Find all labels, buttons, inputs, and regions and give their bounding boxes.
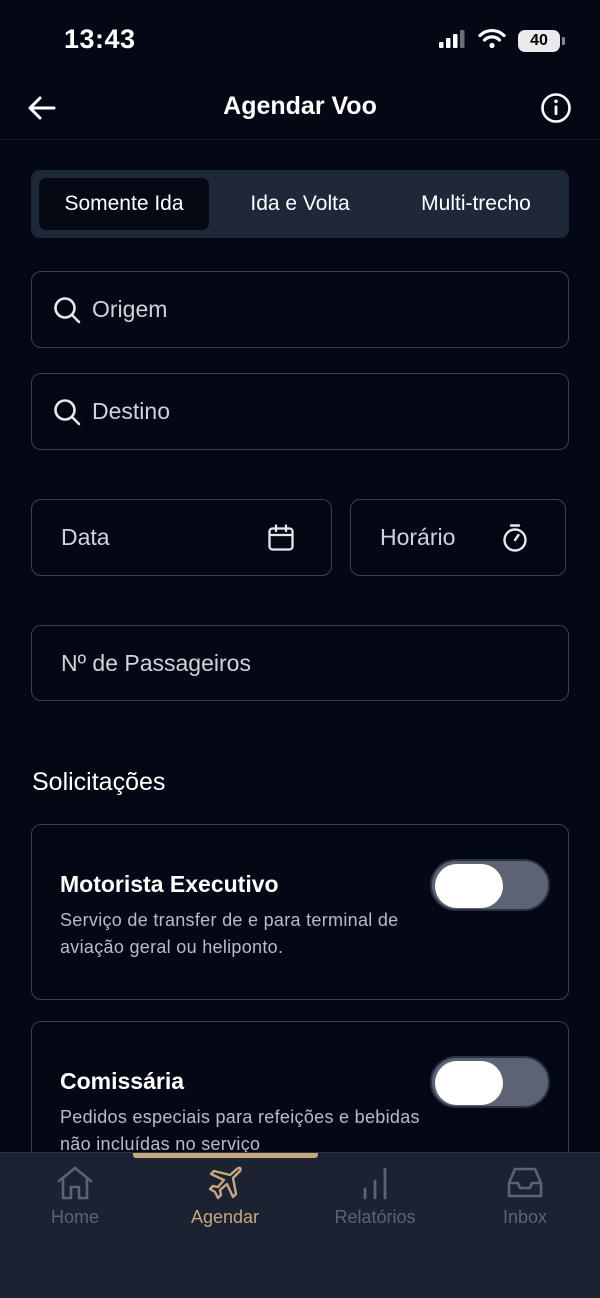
origin-field[interactable]: Origem — [31, 271, 569, 348]
calendar-icon — [267, 523, 295, 552]
segment-round-trip[interactable]: Ida e Volta — [209, 178, 391, 230]
time-field[interactable]: Horário — [350, 499, 566, 576]
request-card-driver: Motorista Executivo Serviço de transfer … — [31, 824, 569, 1000]
request-card-title: Motorista Executivo — [60, 871, 279, 897]
tab-bar: Home Agendar Relatórios Inbox — [0, 1152, 600, 1298]
home-icon — [57, 1166, 93, 1200]
tab-label: Inbox — [502, 1207, 548, 1227]
battery-indicator: 40 — [518, 30, 565, 52]
wifi-icon — [478, 28, 506, 54]
search-icon — [52, 295, 82, 325]
toggle-knob — [435, 863, 503, 908]
inbox-icon — [507, 1167, 543, 1198]
info-icon — [541, 93, 571, 123]
tab-label: Agendar — [190, 1207, 260, 1227]
request-card-description: Pedidos especiais para refeições e bebid… — [60, 1107, 420, 1154]
search-icon — [52, 397, 82, 427]
trip-type-segmented-control: Somente Ida Ida e Volta Multi-trecho — [31, 170, 569, 238]
header: Agendar Voo — [0, 76, 600, 140]
driver-toggle[interactable] — [430, 859, 550, 911]
active-tab-indicator — [133, 1153, 318, 1158]
status-icons: 40 — [438, 28, 565, 54]
signal-icon — [438, 29, 466, 54]
passengers-placeholder: Nº de Passageiros — [61, 649, 251, 676]
tab-home[interactable]: Home — [0, 1165, 150, 1228]
tab-label: Relatórios — [334, 1207, 416, 1227]
date-field[interactable]: Data — [31, 499, 332, 576]
bar-chart-icon — [363, 1167, 387, 1200]
airplane-icon — [208, 1166, 242, 1200]
date-placeholder: Data — [61, 524, 110, 550]
status-bar: 13:43 40 — [0, 0, 600, 80]
stopwatch-icon — [501, 523, 529, 553]
app-screen: 13:43 40 Agendar Voo Somente Ida Ida e V… — [0, 0, 600, 1298]
tab-schedule[interactable]: Agendar — [150, 1165, 300, 1228]
time-placeholder: Horário — [380, 524, 456, 550]
request-card-description: Serviço de transfer de e para terminal d… — [60, 910, 399, 957]
requests-section-title: Solicitações — [32, 768, 166, 796]
status-time: 13:43 — [64, 24, 136, 54]
passengers-field[interactable]: Nº de Passageiros — [31, 625, 569, 701]
tab-reports[interactable]: Relatórios — [300, 1165, 450, 1228]
destination-field[interactable]: Destino — [31, 373, 569, 450]
tab-label: Home — [50, 1207, 99, 1227]
segment-one-way[interactable]: Somente Ida — [39, 178, 209, 230]
origin-placeholder: Origem — [92, 296, 168, 322]
destination-placeholder: Destino — [92, 398, 170, 424]
toggle-knob — [435, 1060, 503, 1105]
info-button[interactable] — [538, 90, 574, 126]
page-title: Agendar Voo — [223, 92, 377, 120]
catering-toggle[interactable] — [430, 1056, 550, 1108]
tab-inbox[interactable]: Inbox — [450, 1165, 600, 1228]
request-card-title: Comissária — [60, 1068, 185, 1094]
segment-multi-leg[interactable]: Multi-trecho — [391, 178, 561, 230]
